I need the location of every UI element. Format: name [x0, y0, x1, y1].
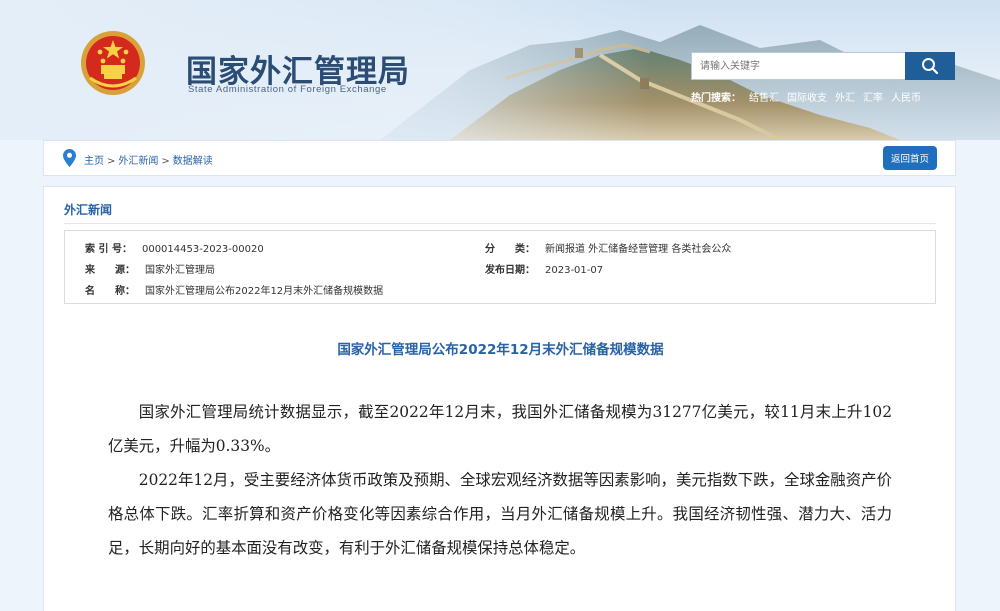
article-paragraph: 2022年12月，受主要经济体货币政策及预期、全球宏观经济数据等因素影响，美元指… — [108, 471, 892, 557]
meta-category: 分 类： 新闻报道 外汇储备经营管理 各类社会公众 — [485, 240, 731, 255]
meta-name: 名 称： 国家外汇管理局公布2022年12月末外汇储备规模数据 — [85, 282, 383, 297]
breadcrumb-data-interpretation[interactable]: 数据解读 — [173, 156, 213, 167]
meta-name-value: 国家外汇管理局公布2022年12月末外汇储备规模数据 — [145, 286, 384, 297]
article-paragraph: 国家外汇管理局统计数据显示，截至2022年12月末，我国外汇储备规模为31277… — [108, 403, 892, 455]
section-title: 外汇新闻 — [64, 203, 113, 217]
breadcrumb-forex-news[interactable]: 外汇新闻 — [118, 156, 158, 167]
article-body: 国家外汇管理局统计数据显示，截至2022年12月末，我国外汇储备规模为31277… — [108, 395, 892, 565]
hot-search-link[interactable]: 结售汇 — [749, 89, 779, 104]
site-subtitle: State Administration of Foreign Exchange — [188, 84, 387, 95]
hot-search-link[interactable]: 汇率 — [863, 89, 883, 104]
search-icon — [922, 58, 939, 75]
hot-search-link[interactable]: 外汇 — [835, 89, 855, 104]
article-title: 国家外汇管理局公布2022年12月末外汇储备规模数据 — [337, 342, 664, 358]
breadcrumb-bar: 主页 > 外汇新闻 > 数据解读 返回首页 — [43, 140, 956, 176]
national-emblem-icon — [81, 31, 145, 95]
back-home-button[interactable]: 返回首页 — [883, 146, 937, 170]
article-metadata: 索 引 号： 000014453-2023-00020 分 类： 新闻报道 外汇储备… — [64, 230, 936, 304]
hot-search-link[interactable]: 人民币 — [891, 89, 921, 104]
meta-date: 发布日期： 2023-01-07 — [485, 261, 603, 276]
breadcrumb-separator: > — [161, 156, 170, 167]
breadcrumb-home[interactable]: 主页 — [84, 156, 104, 167]
meta-index-label: 索 引 号： — [85, 244, 132, 255]
hot-search: 热门搜索： 结售汇 国际收支 外汇 汇率 人民币 — [691, 89, 921, 104]
hot-search-link[interactable]: 国际收支 — [787, 89, 827, 104]
meta-category-value: 新闻报道 外汇储备经营管理 各类社会公众 — [545, 244, 732, 255]
content-panel: 外汇新闻 索 引 号： 000014453-2023-00020 分 类： 新闻报道… — [43, 186, 956, 611]
search-box — [691, 52, 955, 80]
meta-index: 索 引 号： 000014453-2023-00020 — [85, 240, 264, 255]
search-input[interactable] — [692, 53, 907, 79]
meta-date-label: 发布日期： — [485, 265, 535, 276]
meta-source: 来 源： 国家外汇管理局 — [85, 261, 215, 276]
meta-index-value: 000014453-2023-00020 — [141, 244, 264, 255]
hot-search-label: 热门搜索： — [691, 93, 741, 104]
search-button[interactable] — [905, 52, 955, 80]
location-pin-icon — [63, 149, 76, 167]
meta-source-value: 国家外汇管理局 — [145, 265, 215, 276]
meta-source-label: 来 源： — [85, 265, 135, 276]
divider — [64, 223, 936, 224]
site-header: 国家外汇管理局 State Administration of Foreign … — [0, 0, 1000, 140]
breadcrumb: 主页 > 外汇新闻 > 数据解读 — [84, 152, 213, 167]
meta-name-label: 名 称： — [85, 286, 135, 297]
meta-category-label: 分 类： — [485, 244, 535, 255]
breadcrumb-separator: > — [107, 156, 116, 167]
meta-date-value: 2023-01-07 — [545, 265, 604, 276]
